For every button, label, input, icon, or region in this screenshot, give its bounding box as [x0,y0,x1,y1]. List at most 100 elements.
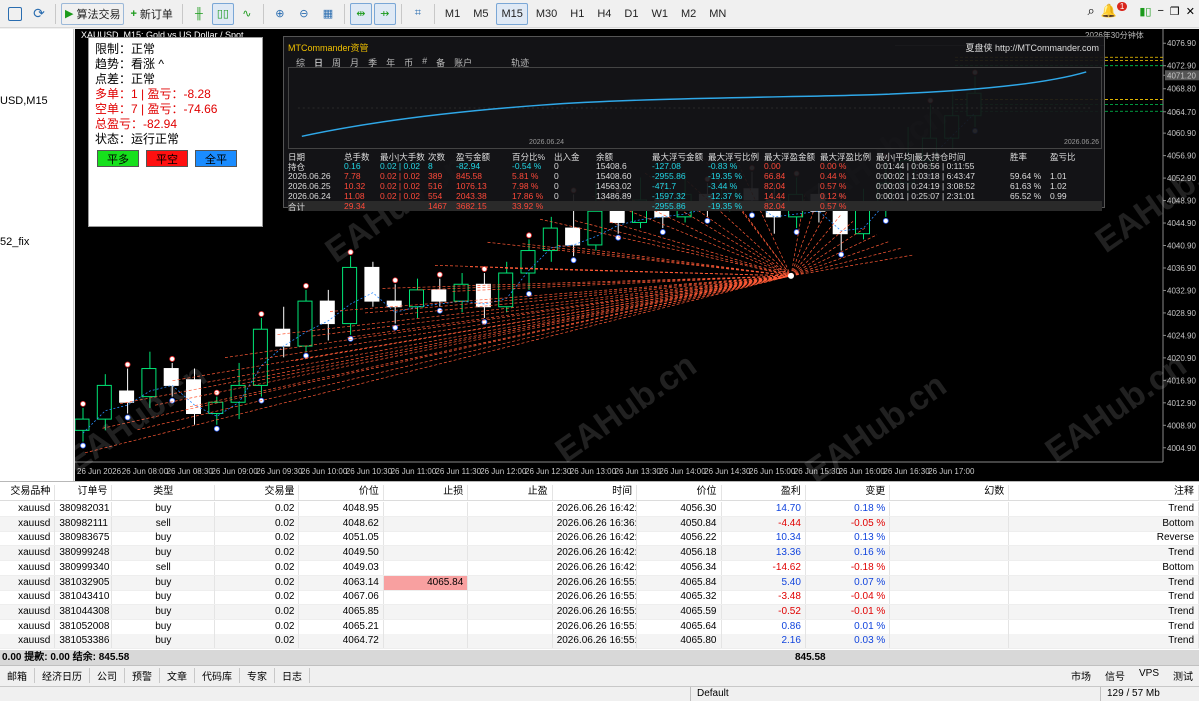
time-label: 26 Jun 12:30 [525,467,572,476]
close-long-button[interactable]: 平多 [97,150,139,167]
trade-header-cell[interactable]: 交易量 [215,485,300,500]
trade-header-cell[interactable]: 幻数 [890,485,1010,500]
toolbar-separator [343,3,345,24]
trade-row[interactable]: xauusd 381052008 buy 0.02 4065.21 2026.06.26 … [0,619,1199,635]
terminal-tab[interactable]: 预警 [125,668,160,683]
trade-row[interactable]: xauusd 380999340 sell 0.02 4049.03 2026.06.26… [0,560,1199,576]
zoom-out-icon: ⊖ [299,8,309,20]
status-row: 总盈亏：-82.94 [95,117,178,131]
line-chart-button[interactable]: ∿ [236,3,258,25]
zoom-out-button[interactable]: ⊖ [293,3,315,25]
trade-row[interactable]: xauusd 380999248 buy 0.02 4049.50 2026.06.26 … [0,546,1199,562]
timeframe-m5[interactable]: M5 [468,3,493,25]
timeframe-m30[interactable]: M30 [531,3,562,25]
toolbar-separator [262,3,264,24]
trade-header-cell[interactable]: 注释 [1009,485,1199,500]
trade-header-cell[interactable]: 时间 [553,485,638,500]
mtc-cell: 5.81 % [512,171,539,181]
terminal-tab[interactable]: 文章 [160,668,195,683]
terminal-tab[interactable]: 代码库 [195,668,240,683]
trade-header-cell[interactable]: 订单号 [55,485,113,500]
trade-header-cell[interactable]: 盈利 [722,485,806,500]
terminal-tab[interactable]: 经济日历 [35,668,90,683]
close-all-button[interactable]: 全平 [195,150,237,167]
autoscroll-button[interactable]: ⇹ [349,2,372,25]
terminal-tab[interactable]: 邮箱 [0,668,35,683]
timeframe-h1[interactable]: H1 [565,3,589,25]
tile-windows-button[interactable]: ▦ [317,3,339,25]
trade-row[interactable]: xauusd 380983675 buy 0.02 4051.05 2026.06.26 … [0,531,1199,547]
trade-cell: -3.48 [722,590,806,605]
trade-row[interactable]: xauusd 381032905 buy 0.02 4063.14 4065.84 2026… [0,575,1199,591]
algo-trading-label: 算法交易 [76,8,121,21]
timeframe-m2[interactable]: M2 [676,3,701,25]
trade-cell: 13.36 [722,546,806,561]
notification-icon[interactable]: 🔔 [1101,3,1117,19]
minimize-icon[interactable]: − [1157,5,1163,17]
chart-shift-button[interactable]: ⇸ [373,2,396,25]
trade-header-cell[interactable]: 价位 [637,485,722,500]
order-marker [258,311,265,317]
timeframe-h4[interactable]: H4 [592,3,616,25]
price-label: 4048.90 [1167,197,1196,206]
right-tab[interactable]: 测试 [1173,668,1193,683]
trade-header-cell[interactable]: 止盈 [468,485,553,500]
trade-cell: 4067.06 [299,590,384,605]
right-tab[interactable]: 信号 [1105,668,1125,683]
timeframe-m1[interactable]: M1 [440,3,465,25]
zoom-in-button[interactable]: ⊕ [269,3,291,25]
close-icon[interactable]: ✕ [1186,5,1195,18]
terminal-tab[interactable]: 日志 [275,668,310,683]
add-chart-button[interactable] [4,3,26,25]
trade-header-cell[interactable]: 变更 [806,485,891,500]
mtc-url[interactable]: 夏盘侠 http://MTCommander.com [965,41,1099,54]
trade-row[interactable]: xauusd 380982031 buy 0.02 4048.95 2026.06.26 … [0,502,1199,517]
trade-header-cell[interactable]: 价位 [299,485,384,500]
trade-row[interactable]: xauusd 381043410 buy 0.02 4067.06 2026.06.26 … [0,590,1199,606]
trade-line [790,221,854,277]
terminal-tab[interactable]: 专家 [240,668,275,683]
right-tab[interactable]: 市场 [1071,668,1091,683]
trade-cell: -14.62 [722,560,806,575]
trade-cell: 5.40 [722,575,806,590]
trade-header-cell[interactable]: 止损 [384,485,469,500]
price-label: 4016.90 [1167,376,1196,385]
mtc-cell: 15408.6 [596,161,627,171]
candle-body [609,210,625,223]
algo-trading-button[interactable]: ▶ 算法交易 [61,2,125,25]
main-toolbar: ⟳ ▶ 算法交易 + 新订单 ╫ ▯▯ ∿ ⊕ ⊖ ▦ ⇹ ⇸ ⌗ M1 M5 M1… [0,0,1199,28]
restore-icon[interactable]: ❐ [1170,5,1180,18]
profiles-button[interactable]: ⟳ [28,3,50,25]
trade-cell: 4064.72 [299,634,384,649]
trade-row[interactable]: xauusd 380982111 sell 0.02 4048.62 2026.06.26… [0,516,1199,532]
trade-line [609,221,792,277]
timeframe-w1[interactable]: W1 [646,3,673,25]
timeframe-d1[interactable]: D1 [619,3,643,25]
screenshot-button[interactable]: ⌗ [407,3,429,25]
navigator-item[interactable]: USD,M15 [0,95,48,107]
timeframe-mn[interactable]: MN [704,3,731,25]
trade-cell: Trend [1009,575,1199,590]
new-order-button[interactable]: + 新订单 [126,3,176,25]
trade-cell [468,502,553,516]
terminal-tab[interactable]: 公司 [90,668,125,683]
order-marker [570,257,577,264]
trade-row[interactable]: xauusd 381044308 buy 0.02 4065.85 2026.06.26 … [0,604,1199,620]
navigator-item[interactable]: 52_fix [0,236,29,248]
price-label: 4072.90 [1167,62,1196,71]
close-short-button[interactable]: 平空 [146,150,188,167]
trade-cell [890,575,1010,590]
trade-header-cell[interactable]: 交易品种 [0,485,56,500]
search-icon[interactable]: ⌕ [1087,3,1094,19]
trade-row[interactable]: xauusd 381053386 buy 0.02 4064.72 2026.06.26 … [0,634,1199,650]
candle-body [342,266,358,325]
trade-header-cell[interactable]: 类型 [112,485,216,500]
right-tab[interactable]: VPS [1139,668,1159,683]
order-marker [124,414,131,421]
timeframe-m15[interactable]: M15 [496,2,528,25]
candle-chart-button[interactable]: ▯▯ [211,2,234,25]
price-label: 4028.90 [1167,309,1196,318]
bar-chart-button[interactable]: ╫ [188,3,210,25]
trade-cell: buy [112,575,216,590]
signal-icon[interactable]: ▮▯ [1139,5,1151,18]
